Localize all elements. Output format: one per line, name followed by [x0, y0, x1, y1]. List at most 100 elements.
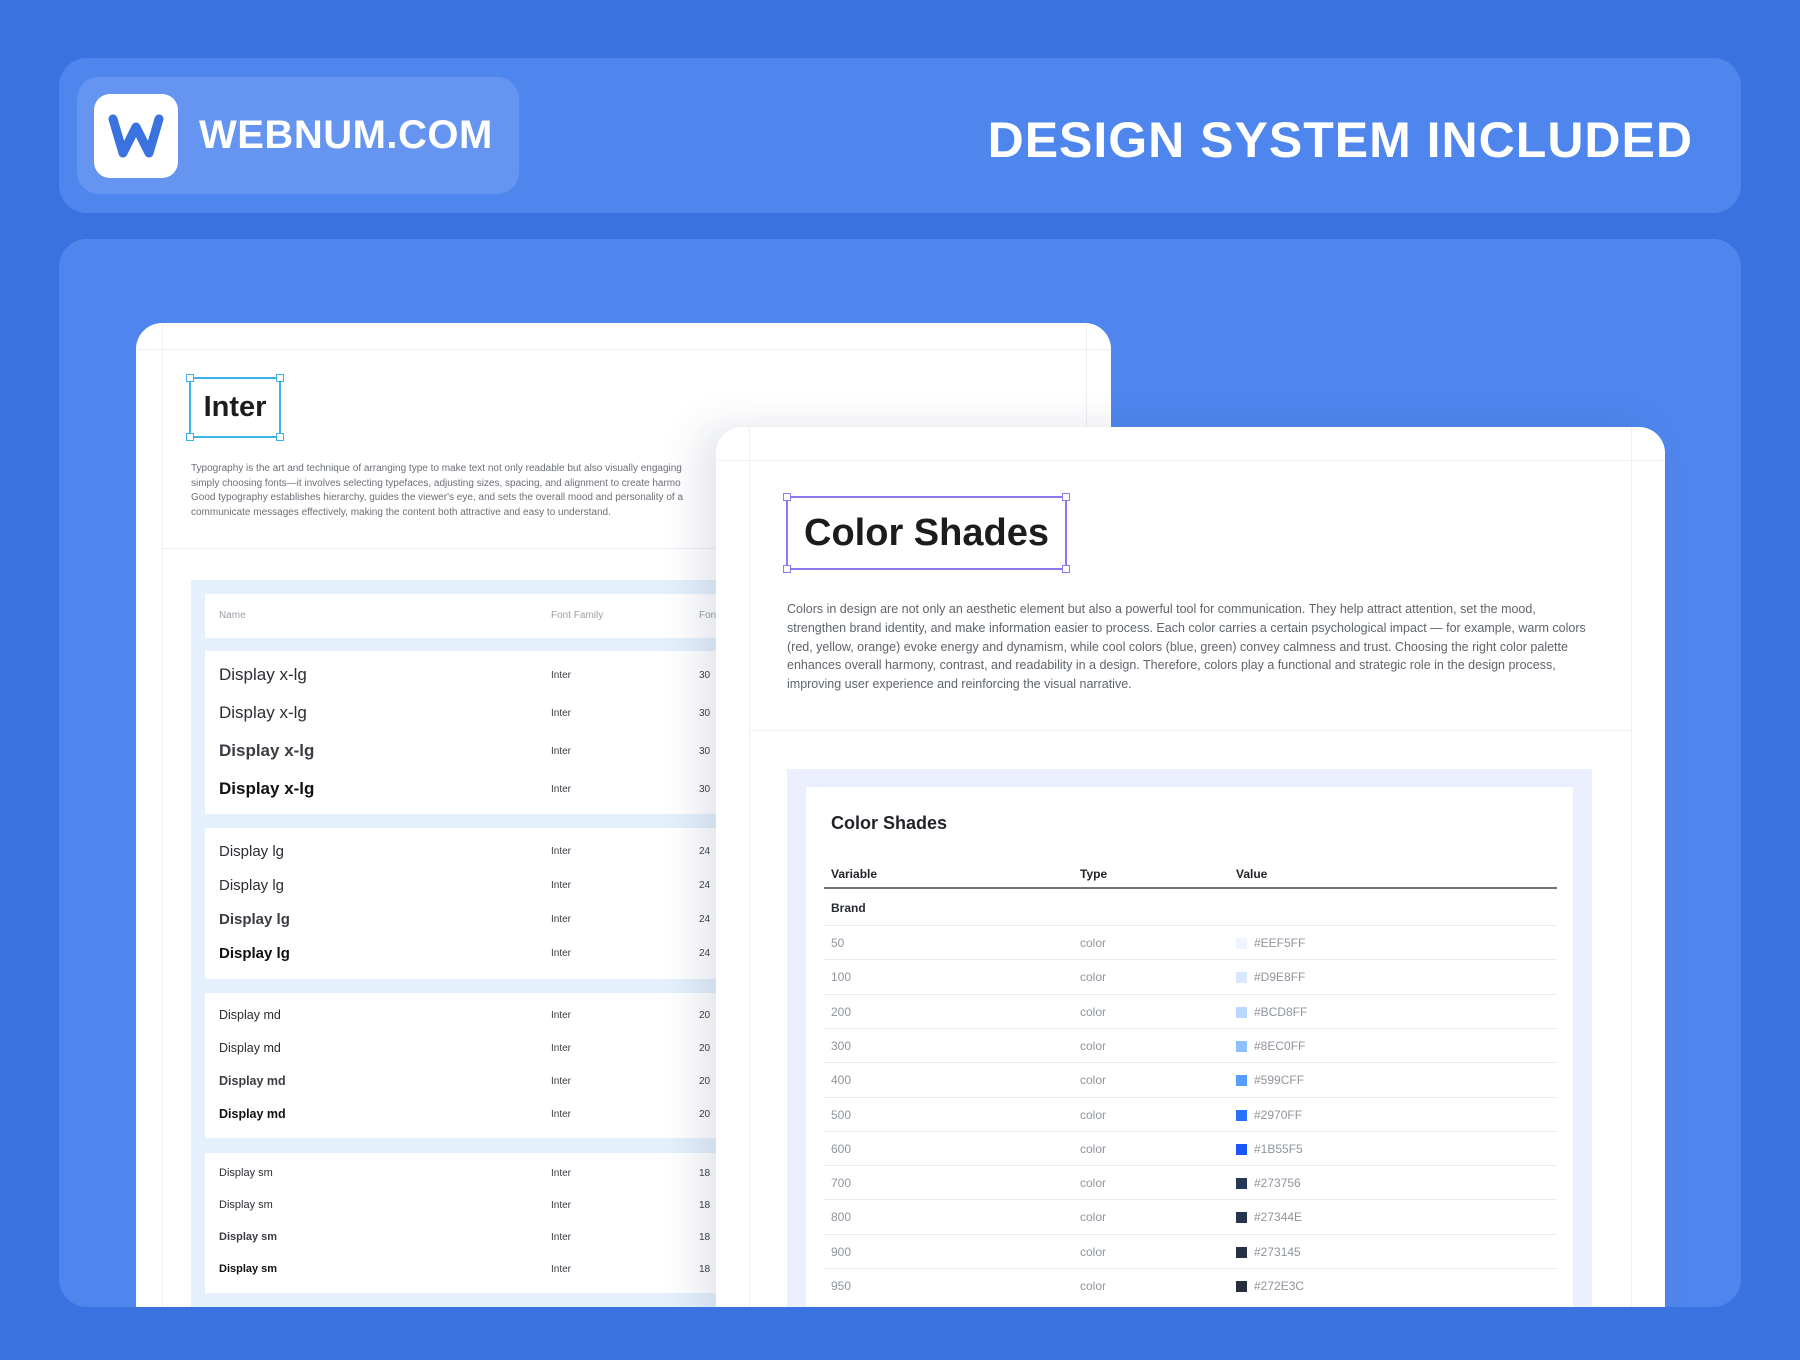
- shade-row[interactable]: 400 color #599CFF: [824, 1062, 1557, 1096]
- color-description: Colors in design are not only an aesthet…: [787, 602, 1586, 692]
- style-name: Display x-lg: [219, 779, 315, 798]
- header-divider: [824, 887, 1557, 889]
- font-family: Inter: [551, 784, 572, 795]
- font-family: Inter: [551, 914, 572, 925]
- font-size: 20: [699, 1010, 711, 1021]
- font-family: Inter: [551, 1043, 572, 1054]
- font-size: 20: [699, 1076, 711, 1087]
- frame-guide: [136, 349, 1111, 350]
- font-size: 20: [699, 1109, 711, 1120]
- shade-row[interactable]: 100 color #D9E8FF: [824, 959, 1557, 993]
- shade-row[interactable]: 50 color #EEF5FF: [824, 925, 1557, 959]
- table-header: Variable Type Value: [806, 859, 1573, 889]
- style-name: Display lg: [219, 877, 285, 894]
- typography-title-selection[interactable]: Inter: [186, 374, 284, 441]
- variable-type: color: [1080, 1176, 1107, 1191]
- column-header-type: Type: [1080, 867, 1108, 881]
- color-swatch: [1236, 1281, 1247, 1292]
- variable-type: color: [1080, 1279, 1107, 1293]
- style-name: Display md: [219, 1041, 281, 1055]
- color-value: #599CFF: [1254, 1073, 1305, 1088]
- font-family: Inter: [551, 746, 572, 757]
- font-family: Inter: [551, 846, 572, 857]
- variable-type: color: [1080, 1073, 1107, 1088]
- shade-row[interactable]: 600 color #1B55F5: [824, 1130, 1557, 1165]
- frame-guide: [749, 730, 1632, 731]
- resize-handle[interactable]: [1062, 565, 1070, 573]
- color-swatch: [1236, 1143, 1247, 1155]
- style-name: Display sm: [219, 1167, 273, 1179]
- font-size: 24: [699, 880, 711, 891]
- brand-pill[interactable]: WEBNUM.COM: [77, 77, 519, 194]
- color-swatch: [1236, 1075, 1247, 1087]
- font-size: 18: [699, 1264, 711, 1275]
- color-value: #D9E8FF: [1254, 970, 1306, 985]
- shade-row[interactable]: 500 color #2970FF: [824, 1096, 1557, 1131]
- style-name: Display x-lg: [219, 665, 307, 684]
- style-name: Display lg: [219, 911, 290, 928]
- description-line: simply choosing fonts—it involves select…: [191, 477, 681, 489]
- color-value: #273756: [1254, 1176, 1301, 1191]
- resize-handle[interactable]: [186, 433, 194, 441]
- shade-row[interactable]: 800 color #27344E: [824, 1199, 1557, 1233]
- shade-row[interactable]: 900 color #273145: [824, 1233, 1557, 1268]
- font-size: 18: [699, 1232, 711, 1243]
- variable-type: color: [1080, 1141, 1107, 1156]
- variable-name: 400: [831, 1073, 852, 1088]
- color-swatch: [1236, 1040, 1247, 1052]
- color-title: Color Shades: [804, 511, 1049, 554]
- color-swatch: [1236, 972, 1247, 984]
- column-header-font-family: Font Family: [551, 610, 604, 621]
- variable-type: color: [1080, 936, 1107, 950]
- column-header-value: Value: [1236, 867, 1268, 881]
- color-swatch: [1236, 1178, 1247, 1190]
- style-name: Display sm: [219, 1263, 278, 1275]
- content-panel: Inter Typography is the art and techniqu…: [59, 239, 1741, 1307]
- column-header-variable: Variable: [831, 867, 878, 881]
- shade-row[interactable]: 950 color #272E3C: [824, 1268, 1557, 1302]
- style-name: Display md: [219, 1074, 286, 1088]
- resize-handle[interactable]: [276, 433, 284, 441]
- variable-name: 500: [831, 1107, 852, 1122]
- color-swatch: [1236, 1109, 1247, 1121]
- resize-handle[interactable]: [1062, 493, 1070, 501]
- variable-type: color: [1080, 1107, 1107, 1122]
- color-swatch: [1236, 938, 1247, 949]
- font-size: 30: [699, 708, 711, 719]
- font-size: 30: [699, 746, 711, 757]
- resize-handle[interactable]: [276, 374, 284, 382]
- font-size: 30: [699, 670, 711, 681]
- style-name: Display lg: [219, 843, 285, 860]
- font-family: Inter: [551, 1232, 572, 1243]
- font-size: 20: [699, 1043, 711, 1054]
- color-value: #BCD8FF: [1254, 1004, 1308, 1019]
- color-value: #8EC0FF: [1254, 1038, 1306, 1053]
- variable-name: 300: [831, 1038, 852, 1053]
- shade-row[interactable]: 700 color #273756: [824, 1165, 1557, 1199]
- header-title: DESIGN SYSTEM INCLUDED: [987, 112, 1693, 168]
- font-size: 24: [699, 846, 711, 857]
- resize-handle[interactable]: [783, 493, 791, 501]
- color-shades-table: Color Shades Variable Type Value Brand 5…: [806, 787, 1573, 1307]
- font-family: Inter: [551, 708, 572, 719]
- variable-name: 600: [831, 1141, 852, 1156]
- header-bar: WEBNUM.COM DESIGN SYSTEM INCLUDED: [59, 58, 1741, 213]
- style-name: Display sm: [219, 1231, 278, 1243]
- column-header-font-size: Fon: [699, 610, 717, 621]
- frame-guide: [716, 460, 1665, 461]
- variable-name: 900: [831, 1244, 852, 1259]
- description-line: Typography is the art and technique of a…: [191, 463, 682, 474]
- variable-type: color: [1080, 970, 1107, 985]
- table-title: Color Shades: [831, 813, 948, 833]
- color-swatch: [1236, 1212, 1247, 1224]
- variable-name: 700: [831, 1176, 852, 1191]
- color-title-selection[interactable]: Color Shades: [783, 493, 1070, 573]
- variable-name: 950: [831, 1279, 852, 1293]
- color-value: #EEF5FF: [1254, 936, 1306, 950]
- shade-row[interactable]: 200 color #BCD8FF: [824, 993, 1557, 1028]
- resize-handle[interactable]: [783, 565, 791, 573]
- variable-type: color: [1080, 1210, 1107, 1225]
- frame-guide: [162, 323, 163, 1307]
- resize-handle[interactable]: [186, 374, 194, 382]
- shade-row[interactable]: 300 color #8EC0FF: [824, 1027, 1557, 1062]
